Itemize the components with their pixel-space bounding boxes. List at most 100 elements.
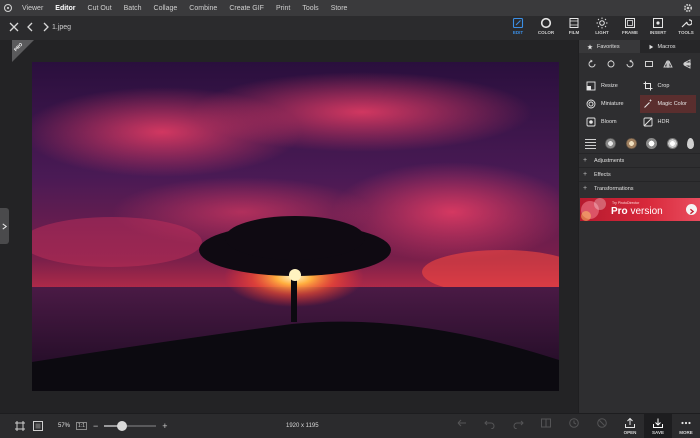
menu-item-editor[interactable]: Editor [49, 5, 81, 12]
compare-button[interactable] [532, 414, 560, 438]
mode-tab-color[interactable]: COLOR [532, 16, 560, 40]
menu-item-store[interactable]: Store [325, 5, 354, 12]
menu-bar: Viewer Editor Cut Out Batch Collage Combine Cr… [0, 0, 700, 16]
play-icon [649, 44, 653, 49]
flip-icon[interactable] [644, 59, 654, 69]
fit-screen-icon[interactable] [14, 420, 26, 432]
more-icon [681, 421, 691, 425]
more-button[interactable]: MORE [672, 414, 700, 438]
action-label: MORE [679, 430, 693, 435]
app-logo-icon[interactable] [0, 0, 16, 16]
filter-preset-3[interactable] [646, 137, 658, 149]
tool-resize[interactable]: Resize [583, 77, 640, 95]
undo-button[interactable] [476, 414, 504, 438]
insert-icon [653, 18, 663, 28]
tool-grid: Resize Crop Miniature Magic Color Bloom HDR [579, 75, 700, 133]
save-icon [653, 418, 663, 428]
rotate-left-icon[interactable] [587, 59, 597, 69]
section-transformations[interactable]: + Transformations [579, 181, 700, 195]
flip-horizontal-icon[interactable] [662, 59, 673, 69]
rotate-right-icon[interactable] [625, 59, 635, 69]
file-name: 1.jpeg [52, 24, 72, 31]
tool-bloom[interactable]: Bloom [583, 113, 640, 131]
pro-version-banner[interactable]: Try PhotoDirector Pro version [580, 198, 700, 221]
redo-button[interactable] [504, 414, 532, 438]
tool-hdr[interactable]: HDR [640, 113, 697, 131]
actual-size-button[interactable]: 1:1 [76, 422, 87, 430]
tab-favorites[interactable]: Favorites [579, 40, 640, 53]
menu-item-tools[interactable]: Tools [296, 5, 324, 12]
mode-tab-film[interactable]: FILM [560, 16, 588, 40]
mode-tab-light[interactable]: LIGHT [588, 16, 616, 40]
open-button[interactable]: OPEN [616, 414, 644, 438]
tool-magic-color[interactable]: Magic Color [639, 95, 696, 113]
filter-lines-icon[interactable] [585, 137, 596, 149]
crop-icon [643, 81, 652, 91]
tool-miniature[interactable]: Miniature [583, 95, 640, 113]
section-adjustments[interactable]: + Adjustments [579, 153, 700, 167]
mode-tab-edit[interactable]: EDIT [504, 16, 532, 40]
photo-canvas[interactable] [32, 62, 559, 391]
section-label: Adjustments [594, 157, 625, 164]
cancel-button[interactable] [588, 414, 616, 438]
hdr-icon [643, 117, 652, 127]
image-workspace[interactable]: PRO [0, 40, 578, 413]
undo-all-button[interactable] [448, 414, 476, 438]
menu-item-combine[interactable]: Combine [183, 5, 223, 12]
frame-icon [625, 18, 635, 28]
water-drop-icon[interactable] [686, 137, 694, 149]
magic-wand-icon [643, 99, 651, 108]
flip-vertical-icon[interactable] [682, 59, 692, 69]
crop-frame-icon[interactable] [32, 420, 44, 432]
zoom-out-button[interactable]: − [93, 421, 98, 431]
next-image-icon[interactable] [40, 21, 52, 33]
menu-item-print[interactable]: Print [270, 5, 296, 12]
pro-badge: PRO [12, 40, 34, 62]
tab-macros[interactable]: Macros [640, 40, 700, 53]
open-icon [625, 417, 635, 428]
menu-item-create-gif[interactable]: Create GIF [223, 5, 270, 12]
filter-preset-2[interactable] [625, 137, 637, 149]
settings-gear-icon[interactable] [682, 2, 694, 14]
section-effects[interactable]: + Effects [579, 167, 700, 181]
menu-item-batch[interactable]: Batch [118, 5, 148, 12]
zoom-slider[interactable] [104, 420, 157, 432]
filter-preset-4[interactable] [666, 137, 678, 149]
bottom-bar: 57% 1:1 − + 1920 x 1195 OPEN SAVE MORE [0, 413, 700, 438]
star-icon [587, 43, 593, 50]
previous-image-icon[interactable] [24, 21, 36, 33]
redo-icon [513, 420, 524, 429]
rotate-free-icon[interactable] [606, 59, 616, 69]
bloom-icon [586, 117, 596, 127]
tool-label: Bloom [601, 119, 617, 125]
mode-tab-label: FILM [568, 30, 580, 35]
tool-label: Miniature [601, 101, 624, 107]
mode-tab-label: LIGHT [595, 30, 609, 35]
edit-icon [512, 17, 524, 29]
promo-small-text: Try PhotoDirector [612, 201, 640, 205]
menu-item-collage[interactable]: Collage [148, 5, 184, 12]
film-icon [569, 18, 579, 28]
zoom-in-button[interactable]: + [162, 421, 167, 431]
mode-tab-frame[interactable]: FRAME [616, 16, 644, 40]
mode-tab-tools[interactable]: TOOLS [672, 16, 700, 40]
color-icon [540, 17, 552, 29]
tool-label: Resize [601, 83, 618, 89]
tools-icon [681, 19, 692, 28]
tab-macros-label: Macros [657, 43, 676, 50]
mode-tab-insert[interactable]: INSERT [644, 16, 672, 40]
tool-crop[interactable]: Crop [640, 77, 697, 95]
mode-tab-label: TOOLS [678, 30, 694, 35]
history-button[interactable] [560, 414, 588, 438]
section-label: Transformations [594, 185, 634, 192]
resize-icon [586, 81, 596, 91]
menu-item-cut-out[interactable]: Cut Out [82, 5, 118, 12]
zoom-slider-handle[interactable] [117, 421, 128, 431]
chevron-right-icon [2, 222, 8, 230]
left-panel-toggle[interactable] [0, 208, 9, 244]
close-icon[interactable] [8, 21, 20, 33]
save-button[interactable]: SAVE [644, 414, 672, 438]
zoom-percentage: 57% [58, 423, 71, 429]
filter-preset-1[interactable] [605, 137, 617, 149]
menu-item-viewer[interactable]: Viewer [16, 5, 49, 12]
